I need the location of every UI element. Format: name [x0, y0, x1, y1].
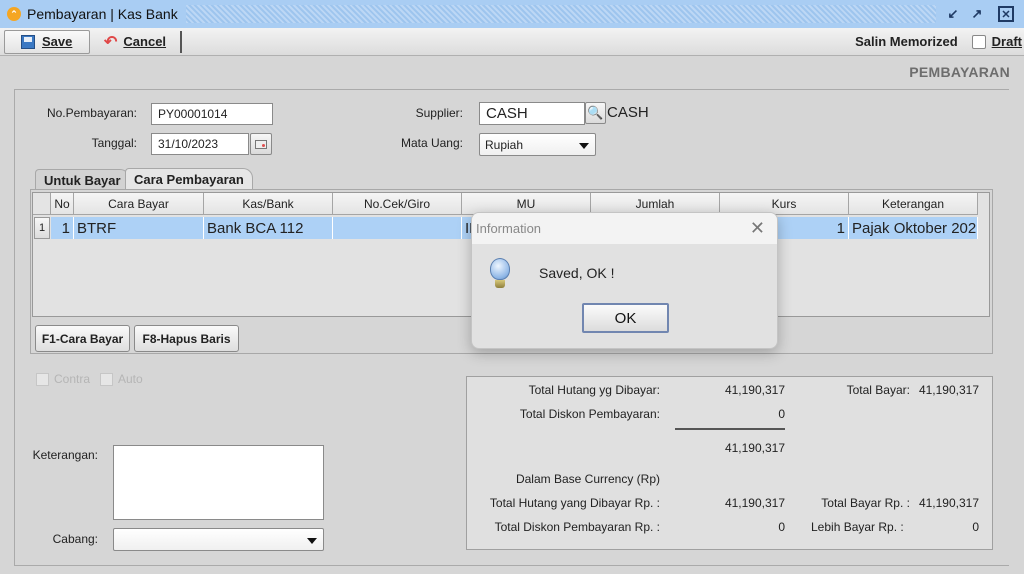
tanggal-value: 31/10/2023: [158, 137, 219, 151]
total-hutang-label: Total Hutang yg Dibayar:: [528, 383, 660, 397]
total-bayar-rp-value: 41,190,317: [918, 496, 979, 510]
no-pembayaran-input[interactable]: PY00001014: [151, 103, 273, 125]
calendar-icon: [255, 139, 267, 149]
no-pembayaran-value: PY00001014: [158, 107, 228, 121]
mata-uang-select[interactable]: Rupiah: [479, 133, 596, 156]
save-button[interactable]: Save: [4, 29, 90, 54]
contra-label: Contra: [54, 372, 91, 386]
total-bayar-value: 41,190,317: [918, 383, 979, 397]
total-hutang-value: 41,190,317: [724, 383, 785, 397]
ok-button[interactable]: OK: [582, 303, 669, 333]
column-header-cara-bayar[interactable]: Cara Bayar: [74, 193, 204, 215]
window-title: Pembayaran | Kas Bank: [27, 6, 178, 22]
lebih-bayar-rp-label: Lebih Bayar Rp. :: [811, 520, 904, 534]
window-titlebar: ⌃ Pembayaran | Kas Bank ↙ ↗ ✕: [0, 0, 1024, 28]
subtotal-divider: [675, 428, 785, 430]
supplier-input[interactable]: CASH: [479, 102, 585, 125]
column-header-no-cek-giro[interactable]: No.Cek/Giro: [333, 193, 462, 215]
page-heading: PEMBAYARAN: [909, 64, 1010, 80]
column-header-keterangan[interactable]: Keterangan: [849, 193, 978, 215]
cabang-label: Cabang:: [52, 532, 98, 546]
row-header[interactable]: 1: [34, 217, 50, 239]
toolbar-divider: [180, 30, 183, 53]
app-logo-icon: ⌃: [7, 7, 21, 21]
contra-checkbox[interactable]: Contra: [36, 372, 90, 386]
tanggal-label: Tanggal:: [91, 136, 137, 150]
dialog-title: Information: [476, 221, 542, 236]
draft-label[interactable]: Draft: [992, 34, 1022, 49]
cabang-select[interactable]: [113, 528, 324, 551]
undo-arrow-icon: ↶: [104, 33, 118, 51]
supplier-name: CASH: [607, 104, 649, 121]
close-icon[interactable]: ✕: [998, 6, 1014, 22]
no-pembayaran-label: No.Pembayaran:: [46, 106, 137, 120]
information-dialog: Information ✕ Saved, OK ! OK: [471, 212, 778, 349]
floppy-disk-icon: [21, 34, 35, 49]
chevron-down-icon: [579, 142, 589, 149]
titlebar-drag-area[interactable]: [185, 5, 936, 23]
tab-label: Untuk Bayar: [44, 172, 121, 188]
mata-uang-label: Mata Uang:: [400, 136, 463, 150]
minimize-icon[interactable]: ↙: [944, 5, 962, 23]
keterangan-textarea[interactable]: [113, 445, 324, 520]
total-diskon-value: 0: [778, 407, 785, 421]
auto-label: Auto: [118, 372, 143, 386]
subtotal-value: 41,190,317: [724, 441, 785, 455]
total-hutang-rp-label: Total Hutang yang Dibayar Rp. :: [489, 496, 660, 510]
cancel-label: Cancel: [123, 34, 167, 49]
contra-checkbox-box: [36, 372, 49, 386]
calendar-button[interactable]: [250, 133, 272, 155]
tab-label: Cara Pembayaran: [134, 172, 244, 187]
total-bayar-rp-label: Total Bayar Rp. :: [821, 496, 910, 510]
cell-no-cek-giro[interactable]: [333, 217, 462, 239]
grid-corner: [33, 193, 51, 215]
cell-keterangan[interactable]: Pajak Oktober 202: [849, 217, 978, 239]
lightbulb-icon: [490, 258, 512, 290]
draft-checkbox[interactable]: [971, 34, 986, 49]
salin-memorized-button[interactable]: Salin Memorized: [855, 34, 958, 49]
toolbar: Save ↶ Cancel Salin Memorized Draft: [0, 28, 1024, 56]
cell-kas-bank[interactable]: Bank BCA 112: [204, 217, 333, 239]
column-header-no[interactable]: No: [51, 193, 74, 215]
mata-uang-value: Rupiah: [485, 137, 524, 152]
add-cara-bayar-button[interactable]: F1-Cara Bayar: [35, 325, 130, 352]
total-bayar-label: Total Bayar:: [846, 383, 910, 397]
keterangan-label: Keterangan:: [32, 448, 98, 462]
column-header-kas-bank[interactable]: Kas/Bank: [204, 193, 333, 215]
cancel-button[interactable]: ↶ Cancel: [90, 30, 176, 54]
tab-untuk-bayar[interactable]: Untuk Bayar: [35, 169, 130, 190]
delete-row-button[interactable]: F8-Hapus Baris: [134, 325, 239, 352]
dialog-close-icon[interactable]: ✕: [750, 218, 765, 239]
total-hutang-rp-value: 41,190,317: [724, 496, 785, 510]
maximize-icon[interactable]: ↗: [968, 5, 986, 23]
auto-checkbox-box: [100, 372, 113, 386]
magnifier-icon: 🔍: [587, 105, 604, 120]
chevron-down-icon: [307, 537, 317, 544]
supplier-code: CASH: [486, 105, 528, 122]
supplier-label: Supplier:: [415, 106, 463, 120]
auto-checkbox[interactable]: Auto: [100, 372, 143, 386]
dialog-titlebar[interactable]: Information: [472, 213, 777, 244]
cell-no[interactable]: 1: [51, 217, 74, 239]
tab-cara-pembayaran[interactable]: Cara Pembayaran: [125, 168, 253, 190]
dialog-message: Saved, OK !: [539, 265, 615, 281]
lebih-bayar-rp-value: 0: [972, 520, 979, 534]
total-diskon-label: Total Diskon Pembayaran:: [519, 407, 660, 421]
total-diskon-rp-value: 0: [778, 520, 785, 534]
save-label: Save: [42, 34, 73, 49]
tanggal-input[interactable]: 31/10/2023: [151, 133, 249, 155]
total-diskon-rp-label: Total Diskon Pembayaran Rp. :: [494, 520, 660, 534]
supplier-search-button[interactable]: 🔍: [585, 102, 606, 124]
base-currency-label: Dalam Base Currency (Rp): [515, 472, 660, 486]
cell-cara-bayar[interactable]: BTRF: [74, 217, 204, 239]
